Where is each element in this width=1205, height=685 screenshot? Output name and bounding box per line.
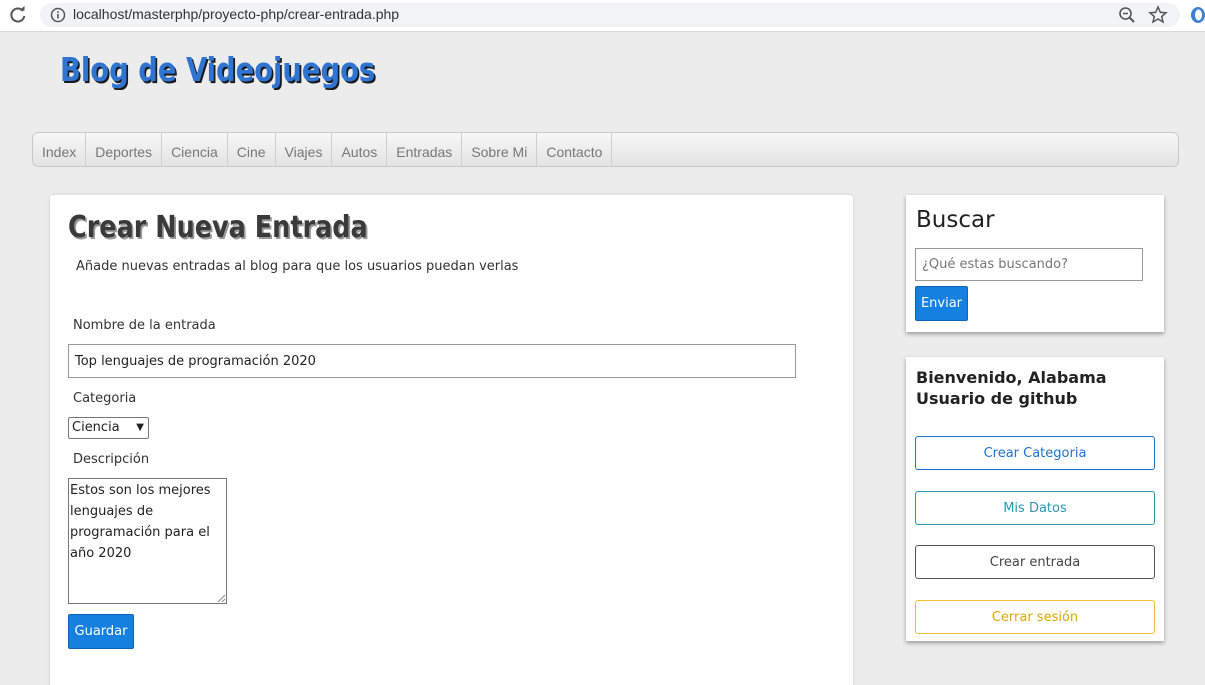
url-text[interactable]: localhost/masterphp/proyecto-php/crear-e… [73, 6, 399, 22]
zoom-icon[interactable] [1118, 6, 1136, 24]
save-button[interactable]: Guardar [68, 614, 134, 649]
user-panel: Bienvenido, Alabama Usuario de github Cr… [906, 357, 1164, 641]
address-bar[interactable]: localhost/masterphp/proyecto-php/crear-e… [40, 3, 1180, 27]
search-input[interactable] [915, 248, 1143, 281]
nav-item-deportes[interactable]: Deportes [86, 133, 163, 166]
nav-item-sobre-mi[interactable]: Sobre Mi [462, 133, 538, 166]
search-title: Buscar [916, 207, 995, 233]
category-select[interactable]: Ciencia ▼ [68, 417, 149, 439]
description-label: Descripción [73, 452, 150, 467]
nav-item-viajes[interactable]: Viajes [276, 133, 333, 166]
entry-name-input[interactable] [68, 344, 796, 378]
nav-item-index[interactable]: Index [33, 133, 87, 166]
nav-item-autos[interactable]: Autos [332, 133, 388, 166]
star-icon[interactable] [1148, 5, 1168, 25]
reload-icon[interactable] [8, 5, 28, 25]
welcome-message: Bienvenido, Alabama Usuario de github [916, 368, 1107, 408]
nav-item-ciencia[interactable]: Ciencia [162, 133, 228, 166]
extension-icon[interactable] [1189, 6, 1205, 24]
description-textarea[interactable]: Estos son los mejores lenguajes de progr… [68, 478, 227, 604]
search-card: Buscar Enviar [906, 195, 1164, 332]
resize-handle-icon[interactable] [216, 593, 226, 603]
category-label: Categoria [73, 391, 137, 406]
main-nav: Index Deportes Ciencia Cine Viajes Autos… [32, 132, 1179, 167]
create-entry-card: Crear Nueva Entrada Añade nuevas entrada… [50, 195, 853, 685]
browser-toolbar: localhost/masterphp/proyecto-php/crear-e… [0, 0, 1205, 32]
create-entry-button[interactable]: Crear entrada [915, 545, 1155, 579]
nav-item-cine[interactable]: Cine [228, 133, 276, 166]
info-icon[interactable] [50, 7, 66, 23]
page-title: Crear Nueva Entrada [68, 210, 368, 245]
my-data-button[interactable]: Mis Datos [915, 491, 1155, 525]
entry-name-label: Nombre de la entrada [73, 318, 216, 333]
create-category-button[interactable]: Crear Categoria [915, 436, 1155, 470]
page-subtitle: Añade nuevas entradas al blog para que l… [76, 259, 519, 274]
search-submit-button[interactable]: Enviar [915, 286, 968, 321]
nav-item-entradas[interactable]: Entradas [387, 133, 463, 166]
logout-button[interactable]: Cerrar sesión [915, 600, 1155, 634]
chevron-down-icon: ▼ [136, 422, 144, 433]
category-selected-value: Ciencia [72, 420, 120, 435]
nav-item-contacto[interactable]: Contacto [537, 133, 613, 166]
site-title[interactable]: Blog de Videojuegos [60, 50, 375, 89]
